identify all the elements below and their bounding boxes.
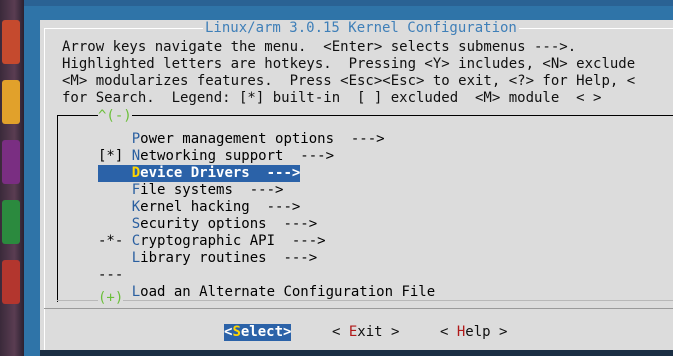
menu-item-kernel-hacking[interactable]: Kernel hacking ---> [98,199,301,216]
launcher-app-icon[interactable] [2,260,20,304]
menu-item-device-drivers[interactable]: Device Drivers ---> [98,165,301,182]
menu-item-label: ibrary routines ---> [140,250,318,266]
launcher-sidebar [0,0,24,356]
menu-item-label: etworking support ---> [140,148,335,164]
menuconfig-dialog: Linux/arm 3.0.15 Kernel Configuration Ar… [40,20,673,356]
menu-item-library-routines[interactable]: Library routines ---> [98,250,317,267]
menu-item-label: ryptographic API ---> [140,233,326,249]
menu-item-cryptographic-api[interactable]: -*- Cryptographic API ---> [98,233,326,250]
help-button[interactable]: < Help > [440,324,507,341]
scroll-up-indicator[interactable]: ^(-) [98,108,132,125]
menu-item-separator: --- [98,267,123,284]
menu-item-hotkey: K [131,199,141,215]
menu-item-hotkey: L [131,284,141,300]
menu-item-prefix [98,182,132,198]
dialog-shadow [40,350,673,356]
menu-item-prefix: [*] [98,148,132,164]
menu-item-load-alternate-config[interactable]: Load an Alternate Configuration File [98,284,435,301]
terminal-screen: Linux/arm 3.0.15 Kernel Configuration Ar… [24,6,673,356]
dialog-frame [44,28,45,356]
launcher-app-icon[interactable] [2,80,20,124]
menu-item-prefix: --- [98,267,124,283]
menu-item-prefix [98,199,132,215]
launcher-app-icon[interactable] [2,20,20,64]
menu-item-label: evice Drivers ---> [140,165,301,181]
help-line: Arrow keys navigate the menu. <Enter> se… [62,39,577,55]
help-text: Arrow keys navigate the menu. <Enter> se… [62,39,635,107]
menu-item-hotkey: F [131,182,141,198]
menu-item-hotkey: C [131,233,141,249]
menu-item-prefix [98,250,132,266]
menu-item-hotkey: L [131,250,141,266]
menu-item-prefix: -*- [98,233,132,249]
menu-item-label: ile systems ---> [140,182,284,198]
menu-item-label: ower management options ---> [140,131,385,147]
launcher-app-icon[interactable] [2,200,20,244]
select-button[interactable]: <Select> [224,324,292,341]
button-hotkey: S [232,324,241,340]
menu-item-file-systems[interactable]: File systems ---> [98,182,284,199]
button-separator [44,308,673,309]
menu-item-security-options[interactable]: Security options ---> [98,216,317,233]
help-line: for Search. Legend: [*] built-in [ ] exc… [62,90,602,106]
button-label: elect> [240,324,292,340]
menu-item-label: ernel hacking ---> [140,199,301,215]
button-label: xit > [357,324,400,340]
launcher-app-icon[interactable] [2,140,20,184]
button-bracket: < [440,324,457,340]
menu-item-hotkey: P [131,131,141,147]
menu-item-label: oad an Alternate Configuration File [140,284,436,300]
button-bracket: < [332,324,349,340]
menu-item-label: ecurity options ---> [140,216,318,232]
menu-item-hotkey: D [131,165,141,181]
help-line: <M> modularizes features. Press <Esc><Es… [62,73,636,89]
menu-item-prefix [98,131,132,147]
exit-button[interactable]: < Exit > [332,324,399,341]
button-label: elp > [465,324,508,340]
dialog-title: Linux/arm 3.0.15 Kernel Configuration [203,20,519,37]
menu-item-power-management[interactable]: Power management options ---> [98,131,385,148]
menu-item-networking-support[interactable]: [*] Networking support ---> [98,148,334,165]
menu-item-hotkey: S [131,216,141,232]
menu-item-prefix [98,284,132,300]
menu-item-prefix [98,165,132,181]
menu-item-hotkey: N [131,148,141,164]
help-line: Highlighted letters are hotkeys. Pressin… [62,56,636,72]
menu-item-prefix [98,216,132,232]
